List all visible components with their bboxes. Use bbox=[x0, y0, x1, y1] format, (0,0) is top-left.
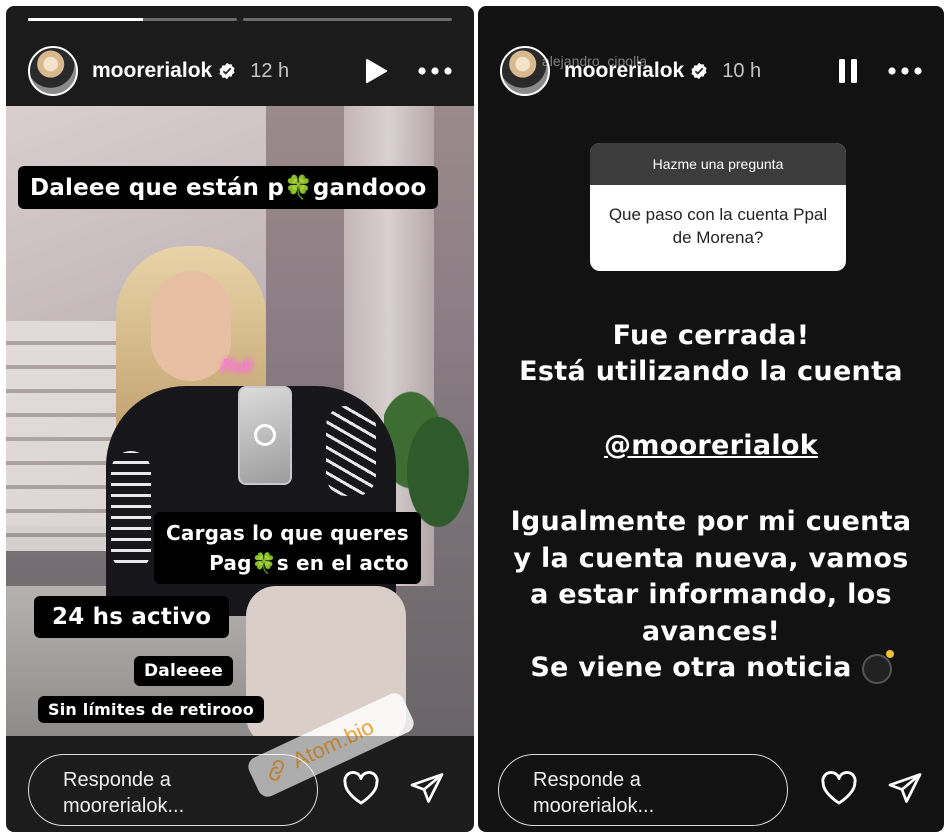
caption-text: Cargas lo que queres Pag🍀s en el acto bbox=[154, 512, 421, 584]
caption-line: Pag🍀s en el acto bbox=[209, 551, 409, 575]
avatar[interactable] bbox=[28, 46, 78, 96]
caption-text: Daleeee bbox=[134, 656, 233, 686]
answer-line: avances! bbox=[641, 616, 781, 647]
verified-icon bbox=[219, 62, 235, 80]
answer-line-text: Se viene otra noticia bbox=[530, 652, 852, 683]
heart-icon[interactable] bbox=[342, 770, 380, 806]
answer-line: Igualmente por mi cuenta bbox=[510, 506, 912, 537]
reply-bar: Responde a moorerialok... bbox=[6, 736, 474, 832]
story-header: moorerialok 12 h bbox=[28, 44, 452, 98]
question-header: Hazme una pregunta bbox=[590, 143, 846, 185]
progress-bar bbox=[28, 18, 452, 21]
send-icon[interactable] bbox=[408, 770, 446, 806]
reply-placeholder: Responde a bbox=[533, 769, 641, 791]
phone-in-photo bbox=[238, 386, 292, 485]
reply-input[interactable]: Responde a moorerialok... bbox=[28, 754, 318, 826]
post-time: 12 h bbox=[250, 59, 290, 82]
reply-input[interactable]: Responde a moorerialok... bbox=[498, 754, 788, 826]
send-icon[interactable] bbox=[886, 770, 924, 806]
question-text: Que paso con la cuenta Ppal de Morena? bbox=[608, 205, 828, 247]
post-time: 10 h bbox=[722, 59, 762, 82]
reply-placeholder: moorerialok... bbox=[533, 795, 655, 817]
caption-line: Cargas lo que queres bbox=[166, 521, 409, 545]
answer-line: a estar informando, los bbox=[530, 579, 892, 610]
story-left[interactable]: Ruli moorerialok 12 h Daleee que están p… bbox=[6, 6, 474, 832]
reply-placeholder: Responde a bbox=[63, 769, 171, 791]
verified-icon bbox=[691, 62, 707, 80]
question-sticker[interactable]: Hazme una pregunta Que paso con la cuent… bbox=[590, 143, 846, 271]
story-right[interactable]: moorerialok 10 h alejandro_cipolla Hazme… bbox=[478, 6, 944, 832]
sub-author: alejandro_cipolla bbox=[542, 53, 648, 69]
caption-text: Daleee que están p🍀gandooo bbox=[18, 166, 439, 209]
play-icon[interactable] bbox=[364, 58, 388, 84]
more-icon[interactable] bbox=[888, 67, 922, 75]
caption-text: Sin límites de retirooo bbox=[38, 696, 264, 723]
answer-line: Se viene otra noticia bbox=[478, 649, 944, 684]
progress-segment bbox=[243, 18, 452, 21]
mention-link[interactable]: @moorerialok bbox=[478, 430, 944, 461]
heart-icon[interactable] bbox=[820, 770, 858, 806]
more-icon[interactable] bbox=[418, 67, 452, 75]
progress-segment bbox=[28, 18, 237, 21]
answer-line: y la cuenta nueva, vamos bbox=[513, 543, 909, 574]
caption-text: 24 hs activo bbox=[34, 596, 230, 638]
neon-sign: Ruli bbox=[221, 356, 253, 376]
bomb-icon bbox=[861, 649, 894, 684]
reply-bar: Responde a moorerialok... bbox=[478, 736, 944, 832]
username[interactable]: moorerialok bbox=[92, 59, 212, 83]
answer-line: Fue cerrada! bbox=[612, 320, 810, 351]
reply-placeholder: moorerialok... bbox=[63, 795, 185, 817]
answer-line: Está utilizando la cuenta bbox=[519, 356, 903, 387]
pause-icon[interactable] bbox=[838, 58, 858, 84]
